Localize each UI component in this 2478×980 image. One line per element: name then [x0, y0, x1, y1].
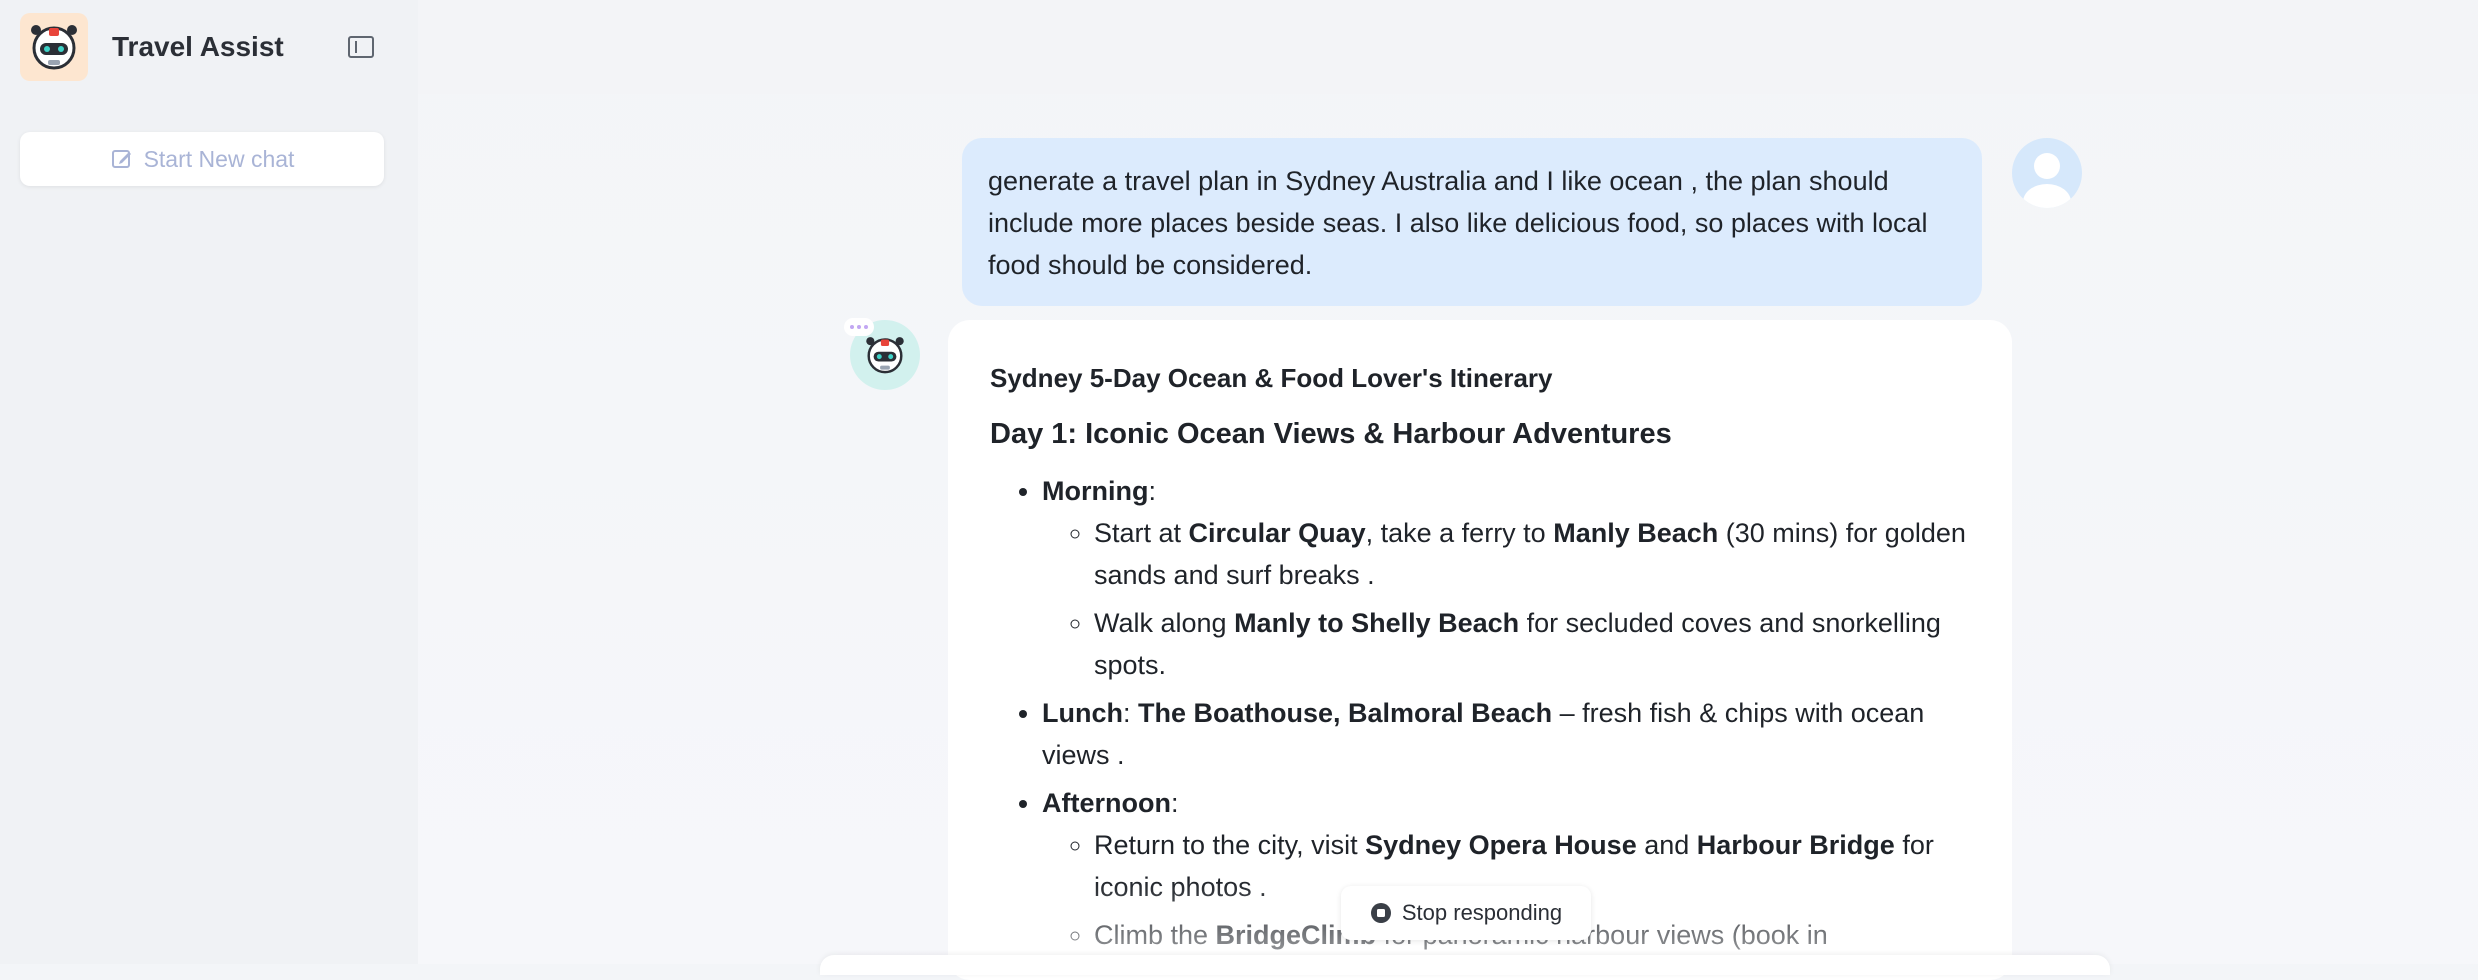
sidebar: Travel Assist Start New chat — [0, 0, 419, 964]
list-item: Start at Circular Quay, take a ferry to … — [1094, 512, 1972, 596]
robot-logo-icon — [20, 13, 88, 81]
place-opera-house: Sydney Opera House — [1365, 830, 1637, 860]
place-boathouse: The Boathouse, Balmoral Beach — [1138, 698, 1553, 728]
text: Climb the — [1094, 920, 1216, 950]
lunch-label: Lunch — [1042, 698, 1123, 728]
text: Walk along — [1094, 608, 1235, 638]
app-title: Travel Assist — [112, 31, 284, 62]
place-manly-to-shelly: Manly to Shelly Beach — [1234, 608, 1520, 638]
edit-icon — [111, 150, 131, 168]
typing-indicator-icon — [844, 318, 874, 336]
brand: Travel Assist — [20, 13, 284, 81]
place-circular-quay: Circular Quay — [1188, 518, 1366, 548]
start-new-chat-button[interactable]: Start New chat — [20, 132, 384, 186]
assistant-message: Sydney 5-Day Ocean & Food Lover's Itiner… — [948, 320, 2012, 980]
text: Return to the city, visit — [1094, 830, 1366, 860]
message-input-box[interactable] — [820, 955, 2110, 975]
day1-list: Morning: Start at Circular Quay, take a … — [990, 470, 1972, 956]
list-item: Walk along Manly to Shelly Beach for sec… — [1094, 602, 1972, 686]
user-avatar — [2012, 138, 2082, 208]
stop-responding-button[interactable]: Stop responding — [1341, 886, 1591, 940]
text: and — [1636, 830, 1697, 860]
user-message: generate a travel plan in Sydney Austral… — [962, 138, 1982, 306]
start-new-chat-label: Start New chat — [143, 145, 295, 172]
list-item-lunch: Lunch: The Boathouse, Balmoral Beach – f… — [1042, 692, 1972, 776]
afternoon-label: Afternoon — [1042, 788, 1171, 818]
list-item-morning: Morning: Start at Circular Quay, take a … — [1042, 470, 1972, 686]
morning-label: Morning — [1042, 476, 1149, 506]
stop-icon — [1370, 903, 1391, 923]
sidebar-toggle-icon[interactable] — [346, 34, 376, 60]
stop-responding-label: Stop responding — [1401, 900, 1563, 925]
text: Start at — [1094, 518, 1189, 548]
top-bar — [418, 0, 2478, 94]
itinerary-title: Sydney 5-Day Ocean & Food Lover's Itiner… — [990, 363, 1553, 393]
text: , take a ferry to — [1365, 518, 1554, 548]
day1-heading: Day 1: Iconic Ocean Views & Harbour Adve… — [990, 418, 1672, 450]
place-manly-beach: Manly Beach — [1553, 518, 1719, 548]
place-harbour-bridge: Harbour Bridge — [1696, 830, 1895, 860]
